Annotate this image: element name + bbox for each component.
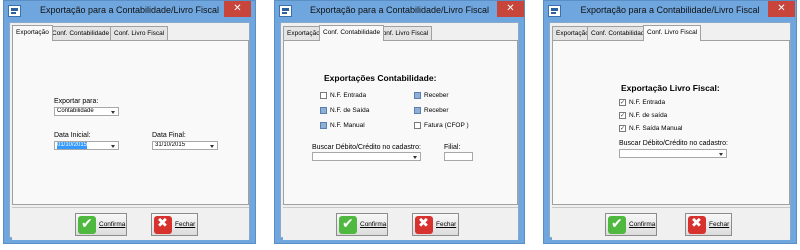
- tab-conf-livro-fiscal[interactable]: Conf. Livro Fiscal: [643, 25, 702, 41]
- window-exportacao: Exportação para a Contabilidade/Livro Fi…: [3, 0, 256, 244]
- button-bar: Confirma Fechar: [552, 207, 790, 240]
- end-date-picker[interactable]: 31/10/2015: [152, 141, 218, 150]
- tab-conf-livro-fiscal[interactable]: Conf. Livro Fiscal: [110, 26, 169, 40]
- checkbox-nf-entrada[interactable]: ✓: [619, 99, 626, 106]
- confirm-button[interactable]: Confirma: [75, 213, 127, 236]
- close-button[interactable]: Fechar: [151, 213, 198, 236]
- close-window-button[interactable]: ✕: [768, 1, 795, 17]
- chevron-down-icon: [719, 153, 723, 156]
- checkbox-nf-saida-manual[interactable]: ✓: [619, 125, 626, 132]
- tab-exportacao[interactable]: Exportação: [283, 26, 324, 40]
- confirm-button[interactable]: Confirma: [605, 213, 657, 236]
- close-label: Fechar: [709, 221, 730, 228]
- checkbox-label: Fatura (CFOP ): [424, 122, 469, 129]
- x-icon: [154, 216, 172, 234]
- checkbox-nf-saida[interactable]: [320, 107, 327, 114]
- tab-exportacao[interactable]: Exportação: [12, 25, 53, 41]
- start-date-label: Data Inicial:: [54, 132, 91, 139]
- section-heading: Exportação Livro Fiscal:: [621, 83, 720, 93]
- window-title: Exportação para a Contabilidade/Livro Fi…: [39, 5, 220, 15]
- chevron-down-icon: [111, 111, 115, 114]
- button-bar: Confirma Fechar: [283, 207, 518, 240]
- checkbox-label: Receber: [424, 92, 449, 99]
- section-heading: Exportações Contabilidade:: [324, 73, 437, 83]
- checkbox-receber-2[interactable]: [414, 107, 421, 114]
- checkbox-label: Receber: [424, 107, 449, 114]
- close-label: Fechar: [436, 221, 457, 228]
- export-target-label: Exportar para:: [54, 98, 99, 105]
- checkbox-nf-manual[interactable]: [320, 122, 327, 129]
- check-icon: [339, 216, 357, 234]
- checkbox-nf-entrada[interactable]: [320, 92, 327, 99]
- window-title: Exportação para a Contabilidade/Livro Fi…: [309, 5, 490, 15]
- search-account-label: Buscar Débito/Crédito no cadastro:: [619, 140, 728, 147]
- search-account-label: Buscar Débito/Crédito no cadastro:: [312, 144, 421, 151]
- tab-panel-livro-fiscal: Exportação Livro Fiscal: ✓ N.F. Entrada …: [552, 40, 790, 205]
- chevron-down-icon: [210, 145, 214, 148]
- checkbox-label: N.F. Entrada: [330, 92, 367, 99]
- close-window-button[interactable]: ✕: [497, 1, 524, 17]
- window-title: Exportação para a Contabilidade/Livro Fi…: [580, 5, 760, 15]
- window-client-area: Exportação Conf. Contabilidade Conf. Liv…: [280, 22, 519, 240]
- checkbox-label: N.F. de saída: [629, 112, 668, 119]
- checkbox-label: N.F. Manual: [330, 122, 365, 129]
- close-label: Fechar: [175, 221, 196, 228]
- start-date-picker[interactable]: 01/10/2015: [54, 141, 119, 150]
- end-date-value: 31/10/2015: [155, 142, 186, 148]
- confirm-button[interactable]: Confirma: [336, 213, 388, 236]
- close-button[interactable]: Fechar: [412, 213, 459, 236]
- check-icon: [78, 216, 96, 234]
- tab-panel-exportacao: Exportar para: Contabilidade Data Inicia…: [12, 40, 249, 205]
- tab-conf-contabilidade[interactable]: Conf. Contabilidade: [48, 26, 114, 40]
- x-icon: [415, 216, 433, 234]
- checkbox-nf-saida[interactable]: ✓: [619, 112, 626, 119]
- end-date-label: Data Final:: [152, 132, 186, 139]
- checkbox-label: N.F. Entrada: [629, 99, 666, 106]
- tab-conf-contabilidade[interactable]: Conf. Contabilidade: [319, 25, 385, 41]
- chevron-down-icon: [413, 156, 417, 159]
- close-window-button[interactable]: ✕: [224, 1, 251, 17]
- export-target-select[interactable]: Contabilidade: [54, 107, 119, 116]
- checkbox-fatura-cfop[interactable]: [414, 122, 421, 129]
- checkbox-label: N.F. Saída Manual: [629, 125, 683, 132]
- x-icon: [688, 216, 706, 234]
- button-bar: Confirma Fechar: [12, 207, 249, 240]
- title-bar[interactable]: Exportação para a Contabilidade/Livro Fi…: [4, 1, 255, 22]
- title-bar[interactable]: Exportação para a Contabilidade/Livro Fi…: [544, 1, 796, 22]
- window-conf-contabilidade: Exportação para a Contabilidade/Livro Fi…: [274, 0, 525, 244]
- confirm-label: Confirma: [99, 221, 126, 228]
- search-account-select[interactable]: [312, 152, 421, 161]
- confirm-label: Confirma: [360, 221, 387, 228]
- window-client-area: Exportação Conf. Contabilidade Conf. Liv…: [549, 22, 791, 240]
- tab-panel-contabilidade: Exportações Contabilidade: N.F. Entrada …: [283, 40, 518, 205]
- title-bar[interactable]: Exportação para a Contabilidade/Livro Fi…: [275, 1, 524, 22]
- branch-input[interactable]: [444, 152, 473, 161]
- export-target-value: Contabilidade: [57, 108, 94, 114]
- check-icon: [608, 216, 626, 234]
- search-account-select[interactable]: [619, 149, 727, 158]
- start-date-value: 01/10/2015: [57, 142, 88, 149]
- branch-label: Filial:: [444, 144, 461, 151]
- chevron-down-icon: [111, 145, 115, 148]
- confirm-label: Confirma: [629, 221, 656, 228]
- window-client-area: Exportação Conf. Contabilidade Conf. Liv…: [9, 22, 250, 240]
- close-button[interactable]: Fechar: [685, 213, 732, 236]
- window-conf-livro-fiscal: Exportação para a Contabilidade/Livro Fi…: [543, 0, 797, 244]
- checkbox-label: N.F. de Saída: [330, 107, 370, 114]
- checkbox-receber[interactable]: [414, 92, 421, 99]
